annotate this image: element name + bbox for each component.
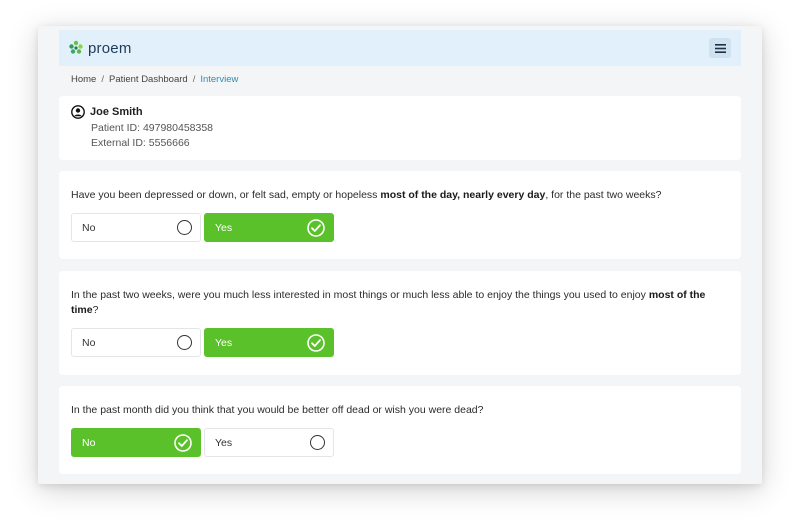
top-navbar: proem (59, 30, 741, 66)
answer-option-label: No (82, 436, 96, 449)
answer-option-no[interactable]: No (71, 213, 201, 242)
question-card: Have you been depressed or down, or felt… (59, 171, 741, 259)
brand-logo[interactable]: proem (68, 40, 132, 57)
question-card: In the past month did you think that you… (59, 386, 741, 474)
menu-button[interactable] (709, 38, 731, 58)
brand-name: proem (88, 39, 132, 57)
user-circle-icon (71, 105, 85, 119)
question-card: In the past two weeks, were you much les… (59, 271, 741, 375)
answer-option-yes[interactable]: Yes (204, 328, 334, 357)
external-id: External ID: 5556666 (91, 137, 190, 149)
check-circle-icon (307, 218, 325, 237)
question-text: In the past two weeks, were you much les… (71, 289, 706, 316)
breadcrumb-current: Interview (200, 74, 239, 85)
answer-option-label: No (82, 336, 96, 349)
answer-option-label: Yes (215, 221, 233, 234)
answer-option-yes[interactable]: Yes (204, 213, 334, 242)
breadcrumb-home[interactable]: Home (71, 74, 96, 85)
patient-info-card: Joe Smith Patient ID: 497980458358 Exter… (59, 96, 741, 160)
radio-empty-icon (177, 220, 192, 235)
question-text: Have you been depressed or down, or felt… (71, 189, 662, 201)
hamburger-menu-icon (714, 43, 726, 53)
answer-options: No Yes (71, 428, 729, 457)
radio-empty-icon (310, 435, 325, 450)
breadcrumb-patient-dashboard[interactable]: Patient Dashboard (109, 74, 188, 85)
answer-option-label: Yes (215, 436, 233, 449)
breadcrumb-separator: / (101, 74, 104, 85)
app-window: proem Home / Patient Dashboard / Intervi… (38, 26, 762, 484)
breadcrumb: Home / Patient Dashboard / Interview (71, 74, 238, 85)
answer-option-yes[interactable]: Yes (204, 428, 334, 457)
radio-empty-icon (177, 335, 192, 350)
answer-option-no[interactable]: No (71, 428, 201, 457)
answer-options: No Yes (71, 213, 729, 242)
answer-option-label: Yes (215, 336, 233, 349)
leaf-cluster-icon (69, 40, 83, 54)
check-circle-icon (307, 333, 325, 352)
patient-name: Joe Smith (90, 106, 143, 118)
answer-option-no[interactable]: No (71, 328, 201, 357)
patient-id: Patient ID: 497980458358 (91, 122, 214, 134)
answer-option-label: No (82, 221, 96, 234)
breadcrumb-separator: / (192, 74, 196, 85)
question-text: In the past month did you think that you… (71, 404, 484, 416)
check-circle-icon (174, 433, 192, 452)
answer-options: No Yes (71, 328, 729, 357)
